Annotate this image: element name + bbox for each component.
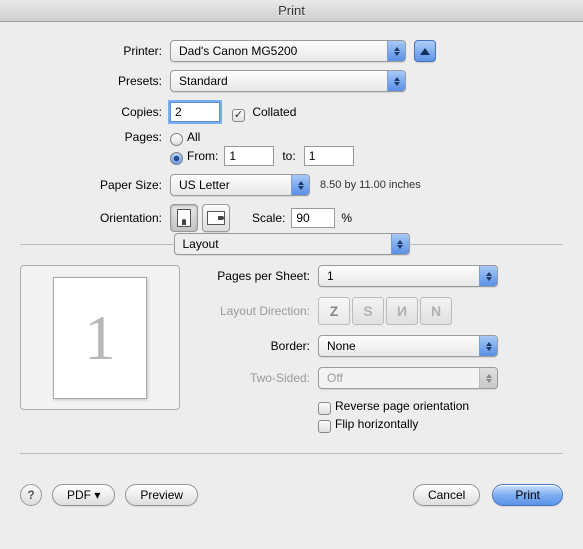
- twosided-value: Off: [327, 371, 343, 385]
- copies-label: Copies:: [20, 105, 170, 119]
- orientation-label: Orientation:: [20, 211, 170, 225]
- pages-from-label: From:: [187, 149, 218, 163]
- reverse-checkbox[interactable]: [318, 402, 331, 415]
- orientation-landscape-button[interactable]: [202, 204, 230, 232]
- papersize-value: US Letter: [179, 178, 230, 192]
- collated-label: Collated: [252, 105, 296, 119]
- twosided-select: Off: [318, 367, 498, 389]
- printer-select[interactable]: Dad's Canon MG5200: [170, 40, 406, 62]
- reverse-label: Reverse page orientation: [335, 399, 469, 413]
- pages-all-label: All: [187, 130, 200, 144]
- percent-label: %: [341, 211, 352, 225]
- orientation-portrait-button[interactable]: [170, 204, 198, 232]
- updown-icon: [387, 41, 405, 61]
- print-button[interactable]: Print: [492, 484, 563, 506]
- layoutdir-4-button[interactable]: N: [420, 297, 452, 325]
- updown-icon: [391, 234, 409, 254]
- updown-icon: [479, 368, 497, 388]
- pages-to-input[interactable]: [304, 146, 354, 166]
- printer-label: Printer:: [20, 44, 170, 58]
- updown-icon: [387, 71, 405, 91]
- layoutdir-1-button[interactable]: Z: [318, 297, 350, 325]
- preview-button[interactable]: Preview: [125, 484, 198, 506]
- presets-label: Presets:: [20, 74, 170, 88]
- divider: [20, 453, 563, 454]
- updown-icon: [479, 336, 497, 356]
- layoutdir-2-button[interactable]: S: [352, 297, 384, 325]
- collapse-button[interactable]: [414, 40, 436, 62]
- pps-label: Pages per Sheet:: [198, 269, 318, 283]
- pages-from-input[interactable]: [224, 146, 274, 166]
- updown-icon: [291, 175, 309, 195]
- border-label: Border:: [198, 339, 318, 353]
- border-value: None: [327, 339, 356, 353]
- layoutdir-3-button[interactable]: И: [386, 297, 418, 325]
- portrait-icon: [177, 209, 191, 227]
- flip-checkbox[interactable]: [318, 420, 331, 433]
- pages-to-label: to:: [282, 149, 295, 163]
- page-preview: 1: [20, 265, 180, 410]
- layoutdir-label: Layout Direction:: [198, 304, 318, 318]
- landscape-icon: [207, 211, 225, 225]
- pages-all-radio[interactable]: [170, 133, 183, 146]
- collated-checkbox[interactable]: [232, 109, 245, 122]
- scale-label: Scale:: [252, 211, 285, 225]
- updown-icon: [479, 266, 497, 286]
- twosided-label: Two-Sided:: [198, 371, 318, 385]
- pps-value: 1: [327, 269, 334, 283]
- window-title: Print: [0, 0, 583, 22]
- flip-label: Flip horizontally: [335, 417, 418, 431]
- presets-value: Standard: [179, 74, 228, 88]
- papersize-label: Paper Size:: [20, 178, 170, 192]
- section-select[interactable]: Layout: [174, 233, 410, 255]
- section-value: Layout: [183, 237, 219, 251]
- border-select[interactable]: None: [318, 335, 498, 357]
- pages-label: Pages:: [20, 130, 170, 144]
- pdf-button[interactable]: PDF ▾: [52, 484, 115, 506]
- copies-input[interactable]: [170, 102, 220, 122]
- printer-value: Dad's Canon MG5200: [179, 44, 297, 58]
- presets-select[interactable]: Standard: [170, 70, 406, 92]
- papersize-select[interactable]: US Letter: [170, 174, 310, 196]
- pps-select[interactable]: 1: [318, 265, 498, 287]
- paper-dimensions: 8.50 by 11.00 inches: [320, 179, 421, 191]
- page-thumb: 1: [53, 277, 147, 399]
- cancel-button[interactable]: Cancel: [413, 484, 480, 506]
- help-button[interactable]: ?: [20, 484, 42, 506]
- triangle-up-icon: [420, 48, 430, 55]
- pages-range-radio[interactable]: [170, 152, 183, 165]
- scale-input[interactable]: [291, 208, 335, 228]
